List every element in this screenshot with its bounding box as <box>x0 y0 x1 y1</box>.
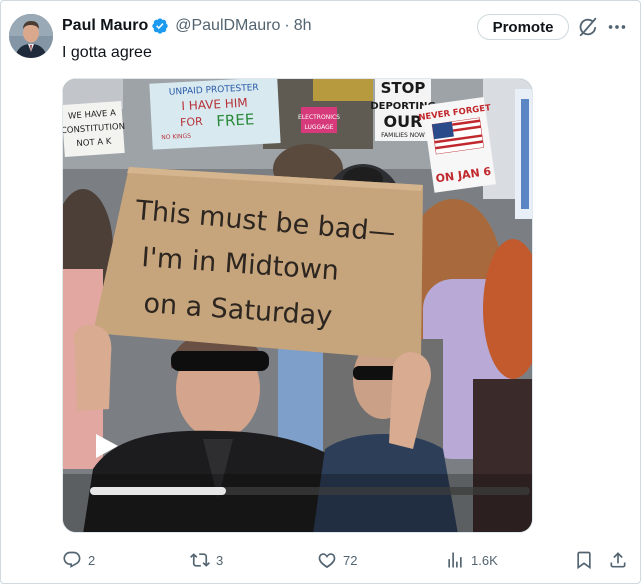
share-button[interactable] <box>608 548 628 572</box>
views-count: 1.6K <box>471 552 498 568</box>
separator-dot: · <box>284 17 290 34</box>
share-icon <box>610 552 626 568</box>
grok-icon[interactable] <box>577 16 599 38</box>
play-icon[interactable] <box>94 432 120 460</box>
sign-stop-line1: STOP <box>381 79 426 97</box>
sign-stop-line4: FAMILIES NOW <box>381 132 425 139</box>
like-count: 72 <box>343 552 358 568</box>
sign-unpaid-line3: FOR <box>180 115 204 129</box>
post-time[interactable]: 8h <box>294 17 312 35</box>
sign-electronics-line2: LUGGAGE <box>304 124 333 131</box>
video-progress-bar[interactable] <box>90 487 530 495</box>
more-icon[interactable] <box>606 16 628 38</box>
bookmark-icon <box>577 551 591 570</box>
video-player[interactable]: UNPAID PROTESTER I HAVE HIM FOR FREE NO … <box>62 78 533 533</box>
reply-icon <box>63 551 81 568</box>
like-button[interactable]: 72 <box>317 548 357 572</box>
author-handle[interactable]: @PaulDMauro <box>175 17 280 35</box>
video-progress-fill <box>90 487 227 495</box>
reply-button[interactable]: 2 <box>62 548 95 572</box>
avatar[interactable] <box>9 14 53 58</box>
bookmark-button[interactable] <box>574 548 594 572</box>
heart-icon <box>318 553 336 569</box>
reply-count: 2 <box>88 552 96 568</box>
sign-stop-line3: OUR <box>384 112 423 131</box>
repost-button[interactable]: 3 <box>190 548 223 572</box>
sign-electronics-line1: ELECTRONICS <box>298 114 340 121</box>
action-bar: 2 3 72 1.6K <box>62 548 632 572</box>
repost-count: 3 <box>216 552 224 568</box>
post-header: Paul Mauro @PaulDMauro · 8h <box>62 15 312 37</box>
promote-button[interactable]: Promote <box>477 14 569 40</box>
video-frame: UNPAID PROTESTER I HAVE HIM FOR FREE NO … <box>63 79 532 532</box>
repost-icon <box>190 553 210 567</box>
author-name[interactable]: Paul Mauro <box>62 17 148 35</box>
post-text: I gotta agree <box>62 44 152 61</box>
sign-unpaid-line4: FREE <box>216 110 255 130</box>
verified-badge-icon[interactable] <box>151 17 169 35</box>
views-icon <box>448 552 462 568</box>
views-button[interactable]: 1.6K <box>445 548 498 572</box>
